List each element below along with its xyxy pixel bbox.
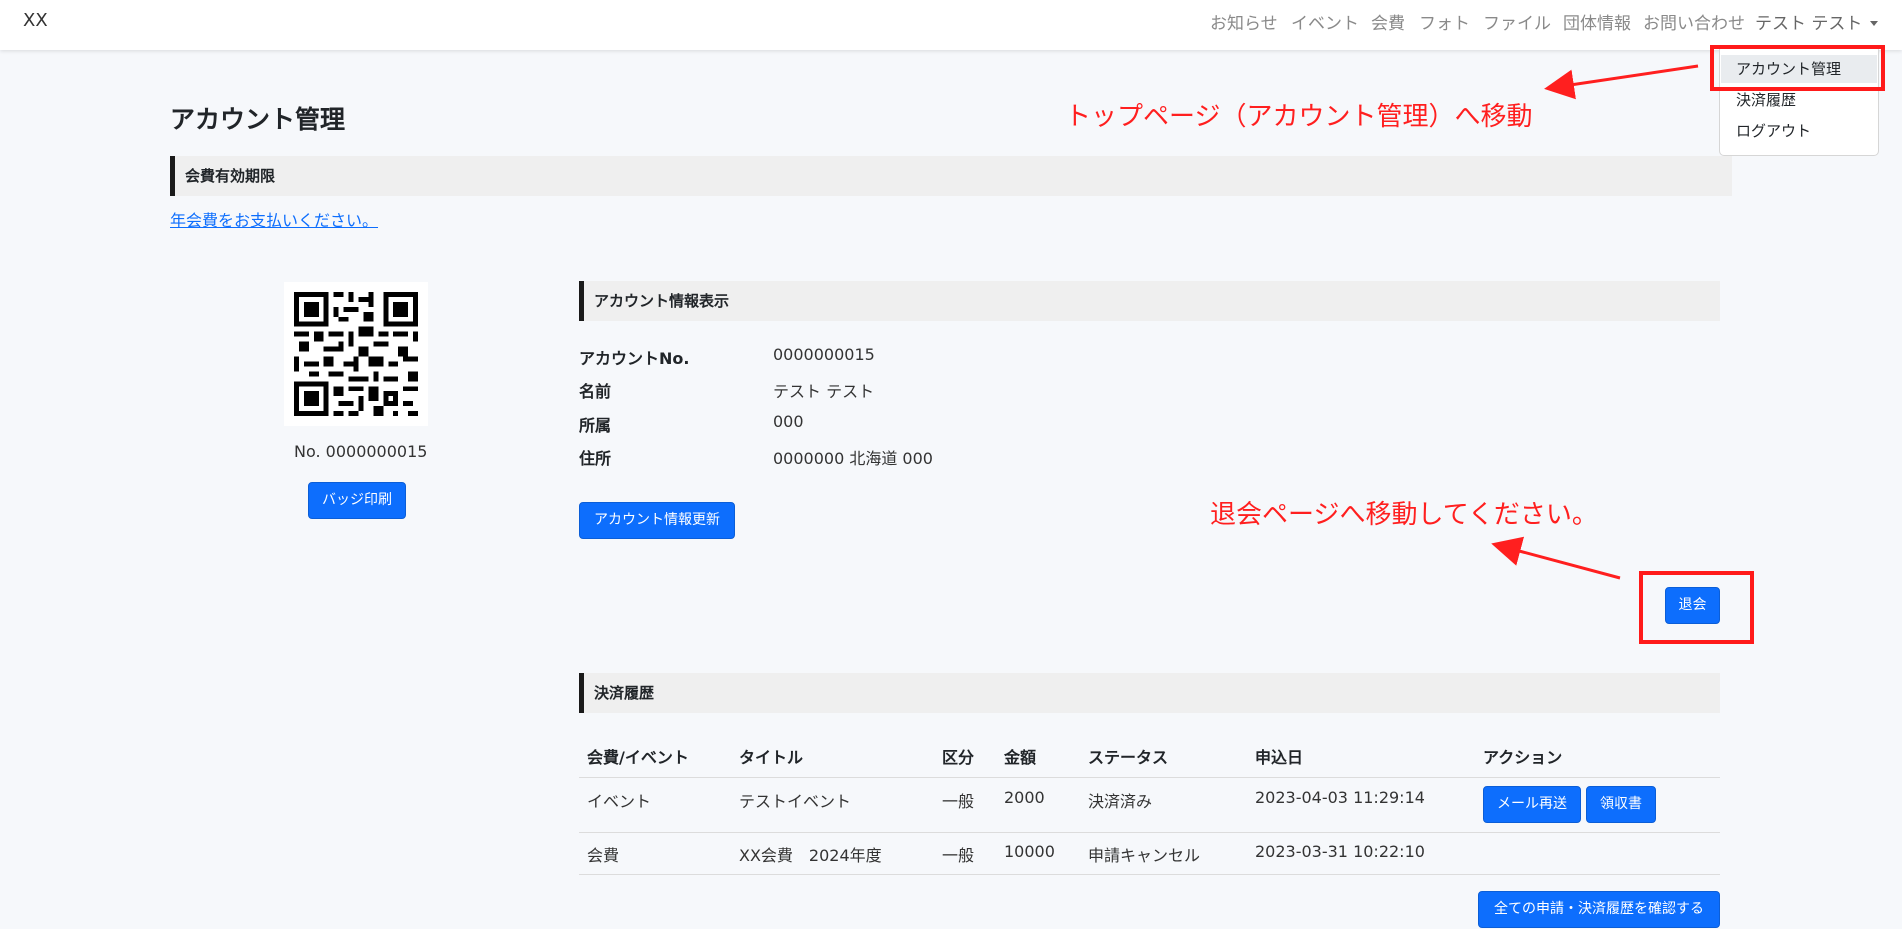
value-affiliation: 000 <box>773 412 804 431</box>
value-name: テスト テスト <box>773 382 875 401</box>
col-amount: 金額 <box>1004 748 1037 767</box>
row1-type: イベント <box>587 792 652 811</box>
nav-contact[interactable]: お問い合わせ <box>1643 9 1745 34</box>
update-account-button[interactable]: アカウント情報更新 <box>579 502 735 539</box>
nav-news[interactable]: お知らせ <box>1210 9 1278 34</box>
brand-logo[interactable]: XX <box>23 10 48 31</box>
label-account-no: アカウントNo. <box>579 349 690 368</box>
nav-files[interactable]: ファイル <box>1483 9 1551 34</box>
annotation-top-page: トップページ（アカウント管理）へ移動 <box>1065 102 1533 132</box>
row2-amount: 10000 <box>1004 842 1055 861</box>
col-category: 区分 <box>942 748 975 767</box>
qr-code <box>284 282 428 426</box>
label-address: 住所 <box>579 449 612 468</box>
row1-category: 一般 <box>942 792 975 811</box>
label-name: 名前 <box>579 382 612 401</box>
value-address: 0000000 北海道 000 <box>773 449 933 468</box>
top-navbar: XX お知らせ イベント 会費 フォト ファイル 団体情報 お問い合わせ テスト… <box>0 0 1902 50</box>
payments-heading: 決済履歴 <box>579 673 1720 713</box>
table-divider <box>579 832 1720 833</box>
annotation-box-account <box>1710 45 1885 91</box>
nav-events[interactable]: イベント <box>1291 9 1359 34</box>
col-actions: アクション <box>1483 748 1563 767</box>
annotation-withdraw: 退会ページへ移動してください。 <box>1210 500 1598 530</box>
row1-date: 2023-04-03 11:29:14 <box>1255 788 1425 807</box>
label-affiliation: 所属 <box>579 416 612 435</box>
arrow-to-withdraw-note <box>1491 536 1621 580</box>
pay-fee-link[interactable]: 年会費をお支払いください。 <box>170 207 378 231</box>
row1-amount: 2000 <box>1004 788 1045 807</box>
row1-title: テストイベント <box>739 792 852 811</box>
dropdown-item-payments[interactable]: 決済履歴 <box>1736 89 1796 110</box>
row2-status: 申請キャンセル <box>1088 846 1201 865</box>
table-divider <box>579 777 1720 778</box>
user-menu-toggle[interactable]: テスト テスト <box>1755 9 1879 34</box>
membership-section-heading: 会費有効期限 <box>170 156 1732 196</box>
receipt-button[interactable]: 領収書 <box>1586 786 1656 823</box>
row2-type: 会費 <box>587 846 620 865</box>
col-date: 申込日 <box>1255 748 1304 767</box>
caret-down-icon <box>1870 21 1879 26</box>
user-name: テスト テスト <box>1755 14 1863 34</box>
col-type: 会費/イベント <box>587 748 689 767</box>
row2-date: 2023-03-31 10:22:10 <box>1255 842 1425 861</box>
nav-photos[interactable]: フォト <box>1419 9 1470 34</box>
table-divider <box>579 874 1720 875</box>
annotation-box-withdraw <box>1639 571 1754 644</box>
value-account-no: 0000000015 <box>773 345 875 364</box>
row2-title: XX会費 2024年度 <box>739 846 882 865</box>
badge-number: No. 0000000015 <box>294 442 428 461</box>
dropdown-item-logout[interactable]: ログアウト <box>1736 120 1811 141</box>
row1-status: 決済済み <box>1088 792 1153 811</box>
resend-mail-button[interactable]: メール再送 <box>1483 786 1581 823</box>
row2-category: 一般 <box>942 846 975 865</box>
nav-organization[interactable]: 団体情報 <box>1563 9 1631 34</box>
badge-print-button[interactable]: バッジ印刷 <box>308 482 406 519</box>
col-title: タイトル <box>739 748 804 767</box>
col-status: ステータス <box>1088 748 1169 767</box>
page-title: アカウント管理 <box>170 105 346 134</box>
nav-fees[interactable]: 会費 <box>1371 9 1405 34</box>
arrow-to-top-note <box>1544 64 1699 100</box>
all-history-button[interactable]: 全ての申請・決済履歴を確認する <box>1478 891 1720 928</box>
account-info-heading: アカウント情報表示 <box>579 281 1720 321</box>
